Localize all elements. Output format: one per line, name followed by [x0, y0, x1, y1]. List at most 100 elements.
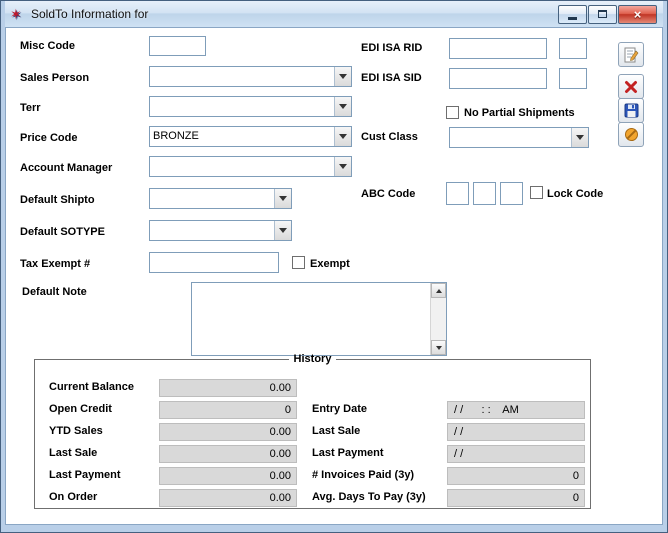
- maximize-button[interactable]: [588, 5, 617, 24]
- history-value-last-payment-amt: 0.00: [159, 467, 297, 485]
- lock-code-label: Lock Code: [547, 188, 603, 200]
- edi-isa-rid-input[interactable]: [449, 38, 547, 59]
- cust-class-label: Cust Class: [361, 131, 418, 143]
- cust-class-dropdown-button[interactable]: [571, 128, 588, 147]
- chevron-down-icon: [339, 134, 347, 139]
- default-shipto-label: Default Shipto: [20, 194, 95, 206]
- lock-code-checkbox[interactable]: [530, 186, 543, 199]
- maximize-icon: [598, 10, 607, 18]
- no-partial-shipments-label: No Partial Shipments: [464, 107, 575, 119]
- history-label-last-payment-amt: Last Payment: [49, 469, 121, 481]
- history-label-open-credit: Open Credit: [49, 403, 112, 415]
- price-code-label: Price Code: [20, 132, 77, 144]
- chevron-down-icon: [339, 164, 347, 169]
- default-note-textarea[interactable]: [191, 282, 447, 356]
- note-scrollbar[interactable]: [430, 283, 446, 355]
- history-value-entry-date: / / : : AM: [447, 401, 585, 419]
- tax-exempt-label: Tax Exempt #: [20, 258, 90, 270]
- scroll-up-button[interactable]: [431, 283, 446, 298]
- history-label-last-payment-date: Last Payment: [312, 447, 384, 459]
- no-partial-shipments-checkbox[interactable]: [446, 106, 459, 119]
- history-label-entry-date: Entry Date: [312, 403, 367, 415]
- terr-combo[interactable]: [149, 96, 352, 117]
- history-value-ytd-sales: 0.00: [159, 423, 297, 441]
- history-label-avg-days-to-pay: Avg. Days To Pay (3y): [312, 491, 426, 503]
- default-shipto-combo[interactable]: [149, 188, 292, 209]
- close-icon: ×: [634, 8, 642, 21]
- edi-isa-rid-qualifier-input[interactable]: [559, 38, 587, 59]
- sales-person-combo[interactable]: [149, 66, 352, 87]
- titlebar[interactable]: ✶ SoldTo Information for ×: [5, 1, 663, 27]
- history-value-invoices-paid: 0: [447, 467, 585, 485]
- minimize-button[interactable]: [558, 5, 587, 24]
- soldto-window: ✶ SoldTo Information for × Misc Code Sal…: [0, 0, 668, 533]
- notepad-pencil-icon: [623, 47, 639, 63]
- history-group: History Current Balance 0.00 Open Credit…: [34, 353, 591, 509]
- cancel-button[interactable]: [618, 122, 644, 147]
- history-label-last-sale-amt: Last Sale: [49, 447, 97, 459]
- chevron-down-icon: [279, 196, 287, 201]
- floppy-disk-icon: [624, 103, 639, 118]
- account-manager-dropdown-button[interactable]: [334, 157, 351, 176]
- default-note-label: Default Note: [22, 286, 87, 298]
- history-label-on-order: On Order: [49, 491, 97, 503]
- sales-person-value: [150, 67, 334, 86]
- window-title: SoldTo Information for: [31, 7, 148, 21]
- arrow-down-icon: [436, 346, 442, 350]
- history-label-ytd-sales: YTD Sales: [49, 425, 103, 437]
- edit-button[interactable]: [618, 42, 644, 67]
- history-value-last-payment-date: / /: [447, 445, 585, 463]
- history-value-last-sale-amt: 0.00: [159, 445, 297, 463]
- price-code-dropdown-button[interactable]: [334, 127, 351, 146]
- misc-code-label: Misc Code: [20, 40, 75, 52]
- tax-exempt-input[interactable]: [149, 252, 279, 273]
- app-icon: ✶: [10, 6, 26, 22]
- cust-class-combo[interactable]: [449, 127, 589, 148]
- misc-code-input[interactable]: [149, 36, 206, 56]
- history-label-current-balance: Current Balance: [49, 381, 134, 393]
- default-sotype-dropdown-button[interactable]: [274, 221, 291, 240]
- no-slash-icon: [624, 127, 639, 142]
- sales-person-dropdown-button[interactable]: [334, 67, 351, 86]
- sales-person-label: Sales Person: [20, 72, 89, 84]
- history-value-last-sale-date: / /: [447, 423, 585, 441]
- default-note-value: [192, 283, 446, 287]
- account-manager-combo[interactable]: [149, 156, 352, 177]
- arrow-up-icon: [436, 289, 442, 293]
- red-x-icon: [624, 80, 638, 94]
- chevron-down-icon: [576, 135, 584, 140]
- chevron-down-icon: [339, 104, 347, 109]
- terr-label: Terr: [20, 102, 41, 114]
- price-code-value: BRONZE: [150, 127, 334, 146]
- account-manager-label: Account Manager: [20, 162, 112, 174]
- price-code-combo[interactable]: BRONZE: [149, 126, 352, 147]
- history-value-avg-days-to-pay: 0: [447, 489, 585, 507]
- abc-code-input-2[interactable]: [473, 182, 496, 205]
- default-shipto-dropdown-button[interactable]: [274, 189, 291, 208]
- save-button[interactable]: [618, 98, 644, 123]
- default-sotype-value: [150, 221, 274, 240]
- abc-code-input-3[interactable]: [500, 182, 523, 205]
- history-value-open-credit: 0: [159, 401, 297, 419]
- chevron-down-icon: [339, 74, 347, 79]
- abc-code-label: ABC Code: [361, 188, 415, 200]
- exempt-checkbox[interactable]: [292, 256, 305, 269]
- abc-code-input-1[interactable]: [446, 182, 469, 205]
- terr-value: [150, 97, 334, 116]
- chevron-down-icon: [279, 228, 287, 233]
- default-sotype-combo[interactable]: [149, 220, 292, 241]
- default-shipto-value: [150, 189, 274, 208]
- history-value-on-order: 0.00: [159, 489, 297, 507]
- history-label-last-sale-date: Last Sale: [312, 425, 360, 437]
- window-controls: ×: [557, 5, 657, 24]
- edi-isa-sid-qualifier-input[interactable]: [559, 68, 587, 89]
- close-button[interactable]: ×: [618, 5, 657, 24]
- history-legend: History: [289, 353, 337, 365]
- delete-button[interactable]: [618, 74, 644, 99]
- history-value-current-balance: 0.00: [159, 379, 297, 397]
- cust-class-value: [450, 128, 571, 147]
- default-sotype-label: Default SOTYPE: [20, 226, 105, 238]
- terr-dropdown-button[interactable]: [334, 97, 351, 116]
- history-label-invoices-paid: # Invoices Paid (3y): [312, 469, 414, 481]
- edi-isa-sid-input[interactable]: [449, 68, 547, 89]
